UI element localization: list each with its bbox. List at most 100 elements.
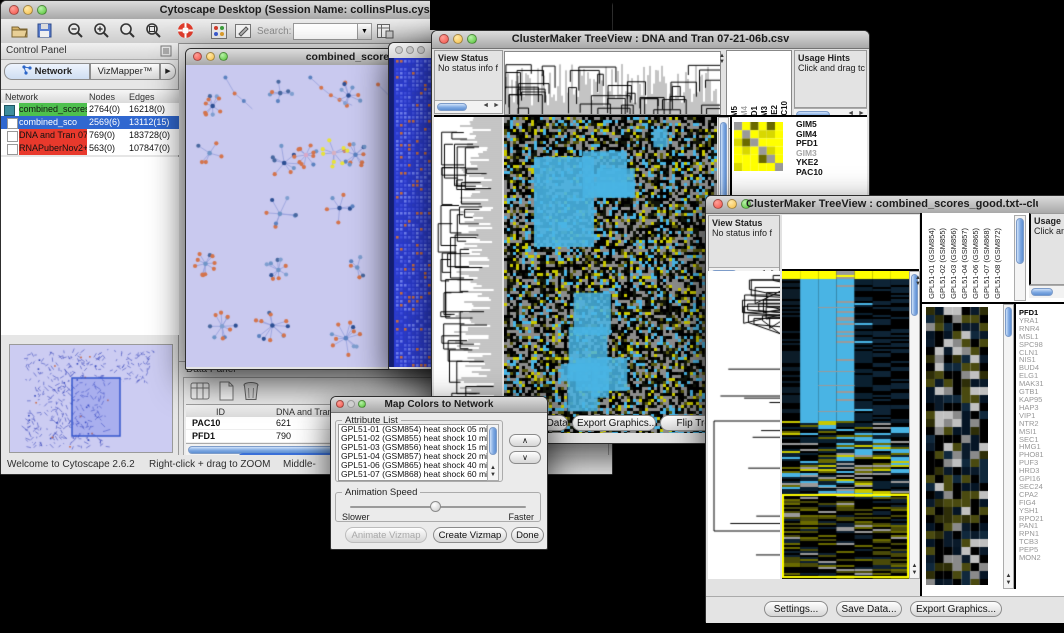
tv2-column-label[interactable]: GPL51-01 (GSM854) [927, 228, 936, 299]
tv2-gene-label[interactable]: HMG1 [1019, 443, 1044, 451]
data-col-id[interactable]: ID [216, 407, 266, 417]
tv1-gene-label[interactable]: GIM3 [796, 149, 823, 159]
move-down-button[interactable]: ∨ [509, 451, 541, 464]
tv1-gene-label[interactable]: GIM4 [796, 130, 823, 140]
col-header-network[interactable]: Network [5, 92, 85, 102]
zoom-in-icon[interactable] [93, 22, 110, 39]
annotation-icon[interactable] [235, 23, 252, 39]
network-list-row[interactable]: combined_scores2764(0)16218(0) [1, 103, 179, 116]
tv2-collabel-scrollbar[interactable] [1014, 215, 1026, 301]
tv1-zoom-heatmap[interactable] [734, 122, 783, 171]
float-panel-icon[interactable] [160, 45, 172, 57]
tv2-gene-label[interactable]: YRA1 [1019, 317, 1044, 325]
minimize-button[interactable] [406, 46, 414, 54]
treeview2-titlebar[interactable]: ClusterMaker TreeView : combined_scores_… [706, 196, 1064, 214]
tv2-gene-label[interactable]: PFD1 [1019, 309, 1044, 317]
help-ring-icon[interactable] [177, 22, 194, 39]
tv2-gene-label[interactable]: MAK31 [1019, 380, 1044, 388]
tv1-status-scrollbar[interactable]: ◄ ► [435, 100, 502, 113]
zoom-window-button[interactable] [37, 5, 47, 15]
tv2-gene-label[interactable]: MSL1 [1019, 333, 1044, 341]
tv2-gene-label[interactable]: SEC24 [1019, 483, 1044, 491]
tv2-gene-label[interactable]: CPA2 [1019, 491, 1044, 499]
tv2-gene-label[interactable]: NTR2 [1019, 420, 1044, 428]
save-icon[interactable] [37, 23, 52, 38]
tv2-save-data-button[interactable]: Save Data... [836, 601, 902, 617]
tv2-gene-label[interactable]: RPN1 [1019, 530, 1044, 538]
tv2-gene-label[interactable]: BUD4 [1019, 364, 1044, 372]
attribute-list-item[interactable]: GPL51-07 (GSM868) heat shock 60 min [339, 470, 487, 479]
tab-more-button[interactable]: ▶ [160, 63, 176, 80]
tv1-column-dendrogram[interactable] [504, 51, 721, 115]
tv1-label-arrows[interactable]: ▲▼ [718, 53, 726, 65]
tv1-gene-label[interactable]: GIM5 [796, 120, 823, 130]
tv2-gene-label[interactable]: GPI16 [1019, 475, 1044, 483]
delete-attribute-icon[interactable] [242, 381, 260, 401]
search-input[interactable] [293, 23, 361, 40]
tv2-gene-label[interactable]: RPO21 [1019, 515, 1044, 523]
tv2-gene-label[interactable]: PEP5 [1019, 546, 1044, 554]
tv2-settings-button[interactable]: Settings... [764, 601, 828, 617]
slider-thumb[interactable] [430, 501, 441, 512]
attribute-list-scrollbar[interactable]: ▲▼ [487, 424, 499, 481]
tv2-gene-label[interactable]: YSH1 [1019, 507, 1044, 515]
tv2-row-dendrogram[interactable] [708, 271, 780, 579]
tv2-gene-label[interactable]: PHO81 [1019, 451, 1044, 459]
tv2-gene-label[interactable]: TCB3 [1019, 538, 1044, 546]
tv2-genelabel-scrollbar[interactable]: ▲▼ [1003, 304, 1014, 589]
tv2-gene-label[interactable]: PAN1 [1019, 522, 1044, 530]
minimize-button[interactable] [727, 199, 737, 209]
done-button[interactable]: Done [511, 527, 544, 543]
animate-vizmap-button[interactable]: Animate Vizmap [345, 527, 427, 543]
tv2-export-graphics-button[interactable]: Export Graphics... [910, 601, 1002, 617]
zoom-out-icon[interactable] [67, 22, 84, 39]
tv2-gene-label[interactable]: MON2 [1019, 554, 1044, 562]
attribute-select-icon[interactable] [190, 381, 210, 401]
tv1-heatmap[interactable] [504, 117, 717, 433]
network-overview-thumbnail[interactable] [9, 344, 173, 453]
zoom-fit-icon[interactable] [119, 22, 136, 39]
tv2-label-arrows[interactable]: ▲▼ [914, 275, 922, 287]
col-header-nodes[interactable]: Nodes [89, 92, 127, 102]
tv2-column-label[interactable]: GPL51-08 (GSM872) [993, 228, 1002, 299]
create-vizmap-button[interactable]: Create Vizmap [433, 527, 507, 543]
tv2-gene-label[interactable]: RNR4 [1019, 325, 1044, 333]
new-attribute-icon[interactable] [216, 381, 236, 401]
dialog-titlebar[interactable]: Map Colors to Network [331, 397, 547, 413]
tv2-gene-label[interactable]: HRD3 [1019, 467, 1044, 475]
vizmap-icon[interactable] [211, 23, 227, 39]
tv2-gene-label[interactable]: KAP95 [1019, 396, 1044, 404]
tv1-row-dendrogram[interactable] [434, 117, 502, 433]
close-button[interactable] [713, 199, 723, 209]
search-dropdown-button[interactable]: ▼ [357, 23, 372, 40]
tv2-column-label[interactable]: GPL51-06 (GSM865) [971, 228, 980, 299]
animation-speed-slider[interactable] [350, 502, 526, 512]
tv2-column-dendrogram[interactable] [782, 215, 919, 271]
tv2-gene-label[interactable]: CLN1 [1019, 349, 1044, 357]
tv1-gene-label[interactable]: YKE2 [796, 158, 823, 168]
minimize-button[interactable] [23, 5, 33, 15]
tv2-gene-label[interactable]: FIG4 [1019, 499, 1044, 507]
tv1-export-graphics-button[interactable]: Export Graphics... [572, 415, 656, 431]
tv2-gene-label[interactable]: MSI1 [1019, 428, 1044, 436]
zoom-selected-icon[interactable] [145, 22, 162, 39]
tv2-gene-label[interactable]: VIP1 [1019, 412, 1044, 420]
col-header-edges[interactable]: Edges [129, 92, 175, 102]
move-up-button[interactable]: ∧ [509, 434, 541, 447]
close-button[interactable] [395, 46, 403, 54]
tv2-gene-label[interactable]: ELG1 [1019, 372, 1044, 380]
tv2-heatmap[interactable] [782, 271, 909, 579]
tv2-hints-scrollbar[interactable] [1029, 285, 1064, 298]
network-list-row[interactable]: combined_sco2569(6)13112(15) [1, 116, 179, 129]
network-list-row[interactable]: DNA and Tran 07769(0)183728(0) [1, 129, 179, 142]
tv2-gene-label[interactable]: SEC1 [1019, 436, 1044, 444]
tv2-zoom-heatmap[interactable] [926, 307, 988, 585]
tv2-heatmap-vscrollbar[interactable]: ▲▼ [909, 271, 920, 579]
open-folder-icon[interactable] [11, 23, 28, 38]
treeview1-titlebar[interactable]: ClusterMaker TreeView : DNA and Tran 07-… [432, 31, 869, 49]
tv2-gene-label[interactable]: GTB1 [1019, 388, 1044, 396]
network-list-row[interactable]: RNAPuberNov2+|563(0)107847(0) [1, 142, 179, 155]
tv1-gene-label[interactable]: PAC10 [796, 168, 823, 178]
tv2-gene-label[interactable]: NIS1 [1019, 356, 1044, 364]
tv2-gene-label[interactable]: PUF3 [1019, 459, 1044, 467]
